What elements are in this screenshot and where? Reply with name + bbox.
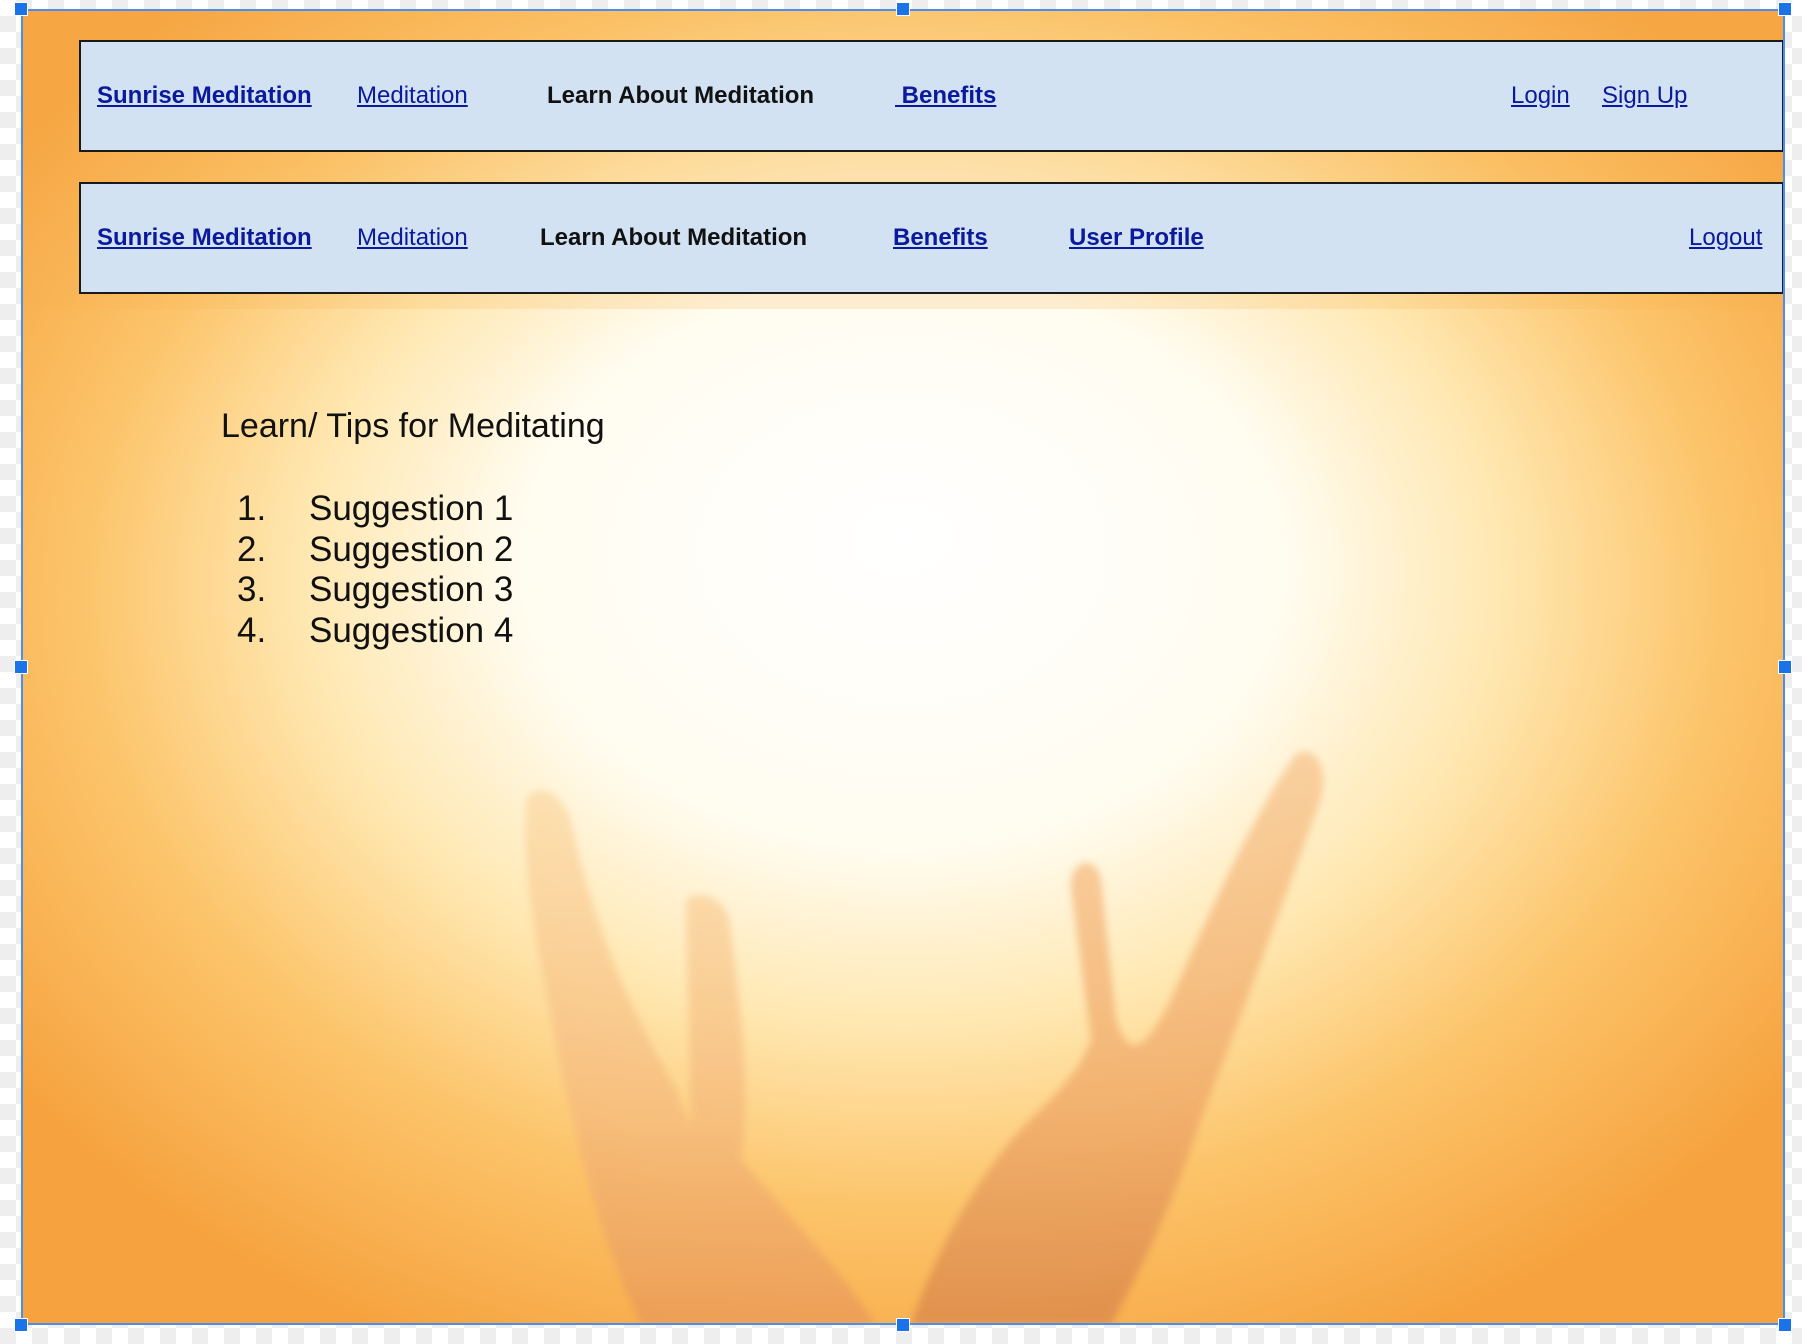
list-item-text: Suggestion 3 xyxy=(309,570,514,609)
page-title: Learn/ Tips for Meditating xyxy=(221,407,605,445)
nav-bar-logged-out: Sunrise Meditation Meditation Learn Abou… xyxy=(79,40,1784,152)
list-item: 1. Suggestion 1 xyxy=(221,489,513,530)
list-item-number: 2. xyxy=(237,529,267,569)
nav-brand-link[interactable]: Sunrise Meditation xyxy=(97,42,312,150)
resize-handle-bottom-left[interactable] xyxy=(14,1318,28,1332)
nav-meditation-link[interactable]: Meditation xyxy=(357,184,468,292)
list-item-number: 1. xyxy=(237,489,267,528)
list-item: 2. Suggestion 2 xyxy=(221,530,513,571)
resize-handle-left[interactable] xyxy=(14,660,28,674)
list-item-number: 4. xyxy=(237,610,267,650)
resize-handle-bottom-right[interactable] xyxy=(1778,1318,1792,1332)
nav-signup-link[interactable]: Sign Up xyxy=(1602,42,1687,150)
tips-list: 1. Suggestion 1 2. Suggestion 2 3. Suggesti… xyxy=(221,489,513,651)
nav-benefits-link[interactable]: Benefits xyxy=(893,184,988,292)
slide-canvas[interactable]: Sunrise Meditation Meditation Learn Abou… xyxy=(21,9,1785,1325)
nav-learn-label: Learn About Meditation xyxy=(547,82,815,109)
nav-benefits-link[interactable]: Benefits xyxy=(895,42,997,150)
list-item-text: Suggestion 1 xyxy=(309,489,514,528)
resize-handle-top-right[interactable] xyxy=(1778,2,1792,16)
resize-handle-top-left[interactable] xyxy=(14,2,28,16)
nav-login-link[interactable]: Login xyxy=(1511,42,1570,150)
list-item-text: Suggestion 4 xyxy=(309,610,514,650)
list-item-text: Suggestion 2 xyxy=(309,529,514,569)
nav-learn-label: Learn About Meditation xyxy=(540,224,808,251)
list-item: 3. Suggestion 3 xyxy=(221,570,513,611)
nav-user-profile-link[interactable]: User Profile xyxy=(1069,184,1204,292)
nav-logout-link[interactable]: Logout xyxy=(1689,184,1762,292)
list-item-number: 3. xyxy=(237,570,267,609)
resize-handle-top[interactable] xyxy=(896,2,910,16)
nav-brand-link[interactable]: Sunrise Meditation xyxy=(97,184,312,292)
nav-bar-logged-in: Sunrise Meditation Meditation Learn Abou… xyxy=(79,182,1784,294)
nav-meditation-link[interactable]: Meditation xyxy=(357,42,468,150)
resize-handle-bottom[interactable] xyxy=(896,1318,910,1332)
resize-handle-right[interactable] xyxy=(1778,660,1792,674)
list-item: 4. Suggestion 4 xyxy=(221,611,513,652)
